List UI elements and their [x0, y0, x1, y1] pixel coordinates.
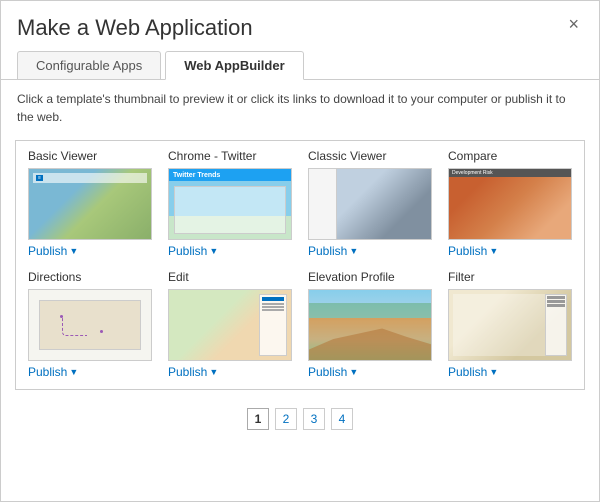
grid-item-filter: Filter Publish▼ [448, 270, 572, 379]
publish-label: Publish [168, 365, 207, 379]
publish-label: Publish [168, 244, 207, 258]
publish-label: Publish [448, 244, 487, 258]
templates-grid-container: Basic Viewer ≡ Publish▼Chrome - Twitter … [15, 140, 585, 390]
page-btn-4[interactable]: 4 [331, 408, 353, 430]
publish-arrow-icon: ▼ [489, 246, 498, 256]
item-label-elevation-profile: Elevation Profile [308, 270, 432, 284]
publish-link-filter[interactable]: Publish▼ [448, 365, 572, 379]
publish-arrow-icon: ▼ [349, 246, 358, 256]
thumbnail-directions[interactable] [28, 289, 152, 361]
page-btn-2[interactable]: 2 [275, 408, 297, 430]
grid-item-edit: Edit Publish▼ [168, 270, 292, 379]
item-label-directions: Directions [28, 270, 152, 284]
publish-link-compare[interactable]: Publish▼ [448, 244, 572, 258]
item-label-filter: Filter [448, 270, 572, 284]
dialog-header: Make a Web Application × [1, 1, 599, 51]
grid-item-directions: Directions Publish▼ [28, 270, 152, 379]
publish-label: Publish [308, 365, 347, 379]
page-btn-1[interactable]: 1 [247, 408, 269, 430]
thumbnail-edit[interactable] [168, 289, 292, 361]
thumbnail-filter[interactable] [448, 289, 572, 361]
thumbnail-classic-viewer[interactable] [308, 168, 432, 240]
publish-label: Publish [448, 365, 487, 379]
thumbnail-compare[interactable]: Development Risk [448, 168, 572, 240]
make-web-app-dialog: Make a Web Application × Configurable Ap… [0, 0, 600, 502]
grid-item-elevation-profile: Elevation Profile Publish▼ [308, 270, 432, 379]
publish-link-chrome-twitter[interactable]: Publish▼ [168, 244, 292, 258]
close-button[interactable]: × [564, 15, 583, 33]
publish-link-classic-viewer[interactable]: Publish▼ [308, 244, 432, 258]
templates-grid: Basic Viewer ≡ Publish▼Chrome - Twitter … [28, 149, 572, 379]
pagination: 1234 [1, 400, 599, 442]
publish-arrow-icon: ▼ [69, 367, 78, 377]
item-label-basic-viewer: Basic Viewer [28, 149, 152, 163]
publish-label: Publish [308, 244, 347, 258]
publish-arrow-icon: ▼ [489, 367, 498, 377]
publish-label: Publish [28, 244, 67, 258]
grid-item-chrome-twitter: Chrome - Twitter Twitter Trends Publish▼ [168, 149, 292, 258]
thumbnail-elevation-profile[interactable] [308, 289, 432, 361]
publish-link-basic-viewer[interactable]: Publish▼ [28, 244, 152, 258]
item-label-edit: Edit [168, 270, 292, 284]
grid-item-classic-viewer: Classic Viewer Publish▼ [308, 149, 432, 258]
grid-item-basic-viewer: Basic Viewer ≡ Publish▼ [28, 149, 152, 258]
tab-webappbuilder[interactable]: Web AppBuilder [165, 51, 303, 80]
publish-arrow-icon: ▼ [349, 367, 358, 377]
tab-configurable[interactable]: Configurable Apps [17, 51, 161, 79]
publish-label: Publish [28, 365, 67, 379]
publish-link-edit[interactable]: Publish▼ [168, 365, 292, 379]
publish-arrow-icon: ▼ [209, 246, 218, 256]
item-label-chrome-twitter: Chrome - Twitter [168, 149, 292, 163]
grid-item-compare: Compare Development Risk Publish▼ [448, 149, 572, 258]
publish-arrow-icon: ▼ [209, 367, 218, 377]
page-btn-3[interactable]: 3 [303, 408, 325, 430]
publish-link-elevation-profile[interactable]: Publish▼ [308, 365, 432, 379]
item-label-compare: Compare [448, 149, 572, 163]
tab-bar: Configurable AppsWeb AppBuilder [1, 51, 599, 80]
thumbnail-basic-viewer[interactable]: ≡ [28, 168, 152, 240]
item-label-classic-viewer: Classic Viewer [308, 149, 432, 163]
publish-link-directions[interactable]: Publish▼ [28, 365, 152, 379]
dialog-title: Make a Web Application [17, 15, 253, 41]
description-text: Click a template's thumbnail to preview … [1, 80, 599, 136]
thumbnail-chrome-twitter[interactable]: Twitter Trends [168, 168, 292, 240]
publish-arrow-icon: ▼ [69, 246, 78, 256]
